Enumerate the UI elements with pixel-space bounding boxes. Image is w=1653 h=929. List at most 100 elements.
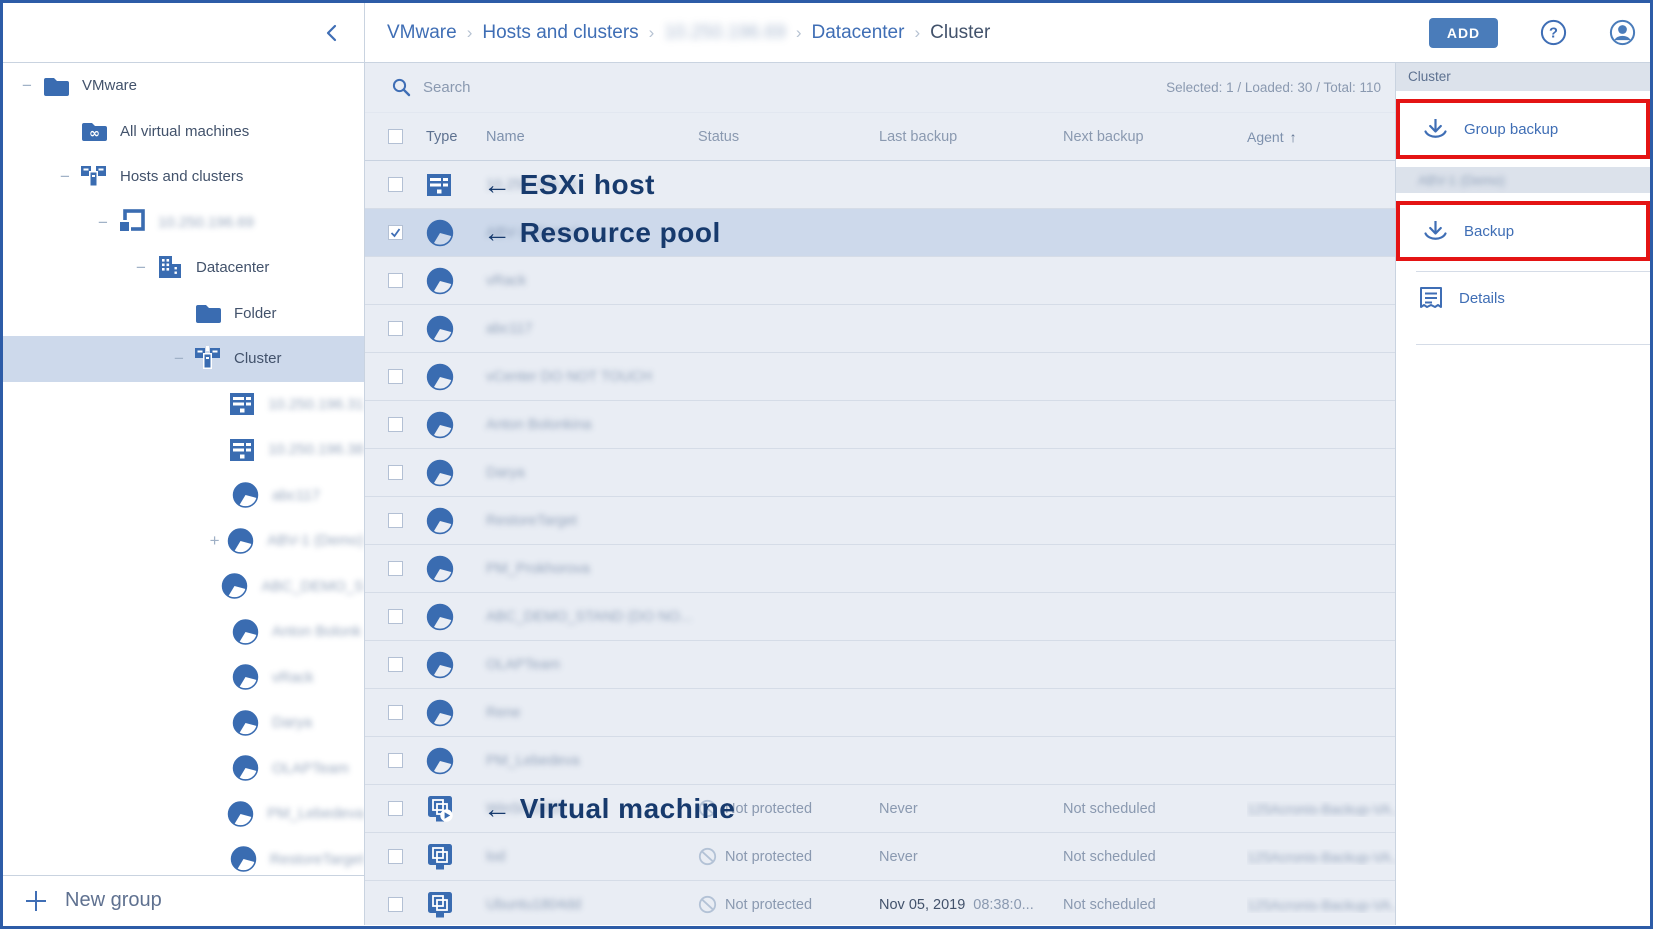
add-button[interactable]: ADD	[1429, 18, 1498, 48]
resource-pool-icon	[426, 459, 454, 487]
breadcrumb-separator: ›	[649, 23, 655, 43]
row-checkbox[interactable]	[388, 609, 403, 624]
tree-item-10-250-196-69[interactable]: − 10.250.196.69	[3, 200, 364, 246]
not-protected-icon	[698, 895, 717, 914]
resource-pool-icon	[426, 747, 454, 775]
table-row[interactable]: ABC_DEMO_STAND (DO NO...	[365, 593, 1395, 641]
column-header-last-backup[interactable]: Last backup	[879, 129, 1063, 145]
row-checkbox[interactable]	[388, 321, 403, 336]
details-icon	[1418, 285, 1444, 311]
table-row[interactable]: WinSrv2016Not protectedNeverNot schedule…	[365, 785, 1395, 833]
column-header-agent[interactable]: Agent↑	[1247, 129, 1395, 145]
row-checkbox[interactable]	[388, 177, 403, 192]
action-details[interactable]: Details	[1396, 272, 1650, 324]
tree-item-datacenter[interactable]: −Datacenter	[3, 245, 364, 291]
table-row[interactable]: abc117	[365, 305, 1395, 353]
breadcrumb: VMware›Hosts and clusters›10.250.196.69›…	[365, 22, 990, 44]
tree-item-darya[interactable]: Darya	[3, 700, 364, 746]
tree-expander-minus-icon[interactable]: −	[17, 77, 37, 94]
breadcrumb-item-hosts-and-clusters[interactable]: Hosts and clusters	[482, 22, 638, 44]
row-checkbox[interactable]	[388, 465, 403, 480]
tree-item-label: ABC_DEMO_S	[261, 578, 364, 595]
row-checkbox[interactable]	[388, 753, 403, 768]
table-row[interactable]: vRack	[365, 257, 1395, 305]
row-checkbox[interactable]	[388, 801, 403, 816]
column-header-type[interactable]: Type	[426, 129, 486, 145]
row-checkbox[interactable]	[388, 225, 403, 240]
breadcrumb-item-cluster: Cluster	[930, 22, 990, 44]
tree-item-label: 10.250.196.69	[158, 214, 254, 231]
row-checkbox[interactable]	[388, 897, 403, 912]
tree-expander-minus-icon[interactable]: −	[93, 214, 113, 231]
select-all-checkbox[interactable]	[388, 129, 403, 144]
row-checkbox[interactable]	[388, 705, 403, 720]
tree-expander-plus-icon[interactable]: +	[207, 532, 222, 549]
tree-item-vrack[interactable]: vRack	[3, 655, 364, 701]
action-backup[interactable]: Backup	[1400, 205, 1646, 257]
table-row[interactable]: vCenter DO NOT TOUCH	[365, 353, 1395, 401]
resource-pool-icon	[232, 709, 259, 736]
tree-expander-minus-icon[interactable]: −	[169, 350, 189, 367]
vm-icon	[426, 891, 454, 919]
table-row[interactable]: 10.250.196.31← ESXi host	[365, 161, 1395, 209]
row-checkbox[interactable]	[388, 273, 403, 288]
table-row[interactable]: ABV-1 (Demo)← Resource pool	[365, 209, 1395, 257]
table-row[interactable]: PM_Prokhorova	[365, 545, 1395, 593]
breadcrumb-item-datacenter[interactable]: Datacenter	[812, 22, 905, 44]
action-group-backup[interactable]: Group backup	[1400, 103, 1646, 155]
table-row[interactable]: PM_Lebedeva	[365, 737, 1395, 785]
table-row[interactable]: OLAPTeam	[365, 641, 1395, 689]
esxi-host-icon	[426, 172, 452, 198]
tree-item-abc-demo-s[interactable]: ABC_DEMO_S	[3, 564, 364, 610]
tree-item-abv-1-demo-[interactable]: +ABV-1 (Demo)	[3, 518, 364, 564]
tree-item-folder[interactable]: Folder	[3, 291, 364, 337]
table-row[interactable]: Rene	[365, 689, 1395, 737]
tree-item-cluster[interactable]: −Cluster	[3, 336, 364, 382]
machine-name: Anton Bolonkina	[486, 417, 592, 433]
table-header: TypeNameStatusLast backupNext backupAgen…	[365, 113, 1395, 161]
tree-item-pm-lebedeva[interactable]: PM_Lebedeva	[3, 791, 364, 837]
vm-icon	[426, 843, 454, 871]
last-backup-date: Nov 05, 2019	[879, 897, 965, 913]
column-header-next-backup[interactable]: Next backup	[1063, 129, 1247, 145]
tree-expander-minus-icon[interactable]: −	[55, 168, 75, 185]
vcenter-icon	[118, 209, 145, 236]
tree-item-10-250-196-31[interactable]: 10.250.196.31	[3, 382, 364, 428]
tree-item-all-virtual-machines[interactable]: ∞All virtual machines	[3, 109, 364, 155]
table-row[interactable]: lodNot protectedNeverNot scheduled125Acr…	[365, 833, 1395, 881]
table-row[interactable]: Anton Bolonkina	[365, 401, 1395, 449]
new-group-button[interactable]: New group	[3, 875, 364, 925]
column-header-name[interactable]: Name	[486, 129, 698, 145]
row-checkbox[interactable]	[388, 417, 403, 432]
machine-name: OLAPTeam	[486, 657, 560, 673]
row-checkbox[interactable]	[388, 369, 403, 384]
breadcrumb-separator: ›	[796, 23, 802, 43]
tree-item-vmware[interactable]: − VMware	[3, 63, 364, 109]
chevron-left-icon[interactable]	[325, 24, 338, 42]
row-checkbox[interactable]	[388, 561, 403, 576]
tree-item-label: VMware	[82, 77, 137, 94]
breadcrumb-item-10-250-196-69[interactable]: 10.250.196.69	[664, 22, 786, 44]
tree-item-label: Darya	[272, 714, 312, 731]
resource-pool-icon	[426, 219, 454, 247]
row-checkbox[interactable]	[388, 849, 403, 864]
help-icon[interactable]: ?	[1540, 19, 1567, 46]
tree-item-10-250-196-38[interactable]: 10.250.196.38	[3, 427, 364, 473]
account-icon[interactable]	[1609, 19, 1636, 46]
tree-item-abc117[interactable]: abc117	[3, 473, 364, 519]
row-checkbox[interactable]	[388, 657, 403, 672]
machine-name: Ubuntu1804dd	[486, 897, 581, 913]
table-row[interactable]: Darya	[365, 449, 1395, 497]
table-row[interactable]: Ubuntu1804ddNot protectedNov 05, 201908:…	[365, 881, 1395, 925]
tree-expander-minus-icon[interactable]: −	[131, 259, 151, 276]
tree-item-anton-bolonk[interactable]: Anton Bolonk	[3, 609, 364, 655]
breadcrumb-item-vmware[interactable]: VMware	[387, 22, 457, 44]
tree-item-hosts-and-clusters[interactable]: −Hosts and clusters	[3, 154, 364, 200]
search-input[interactable]	[423, 79, 723, 96]
status-text: Not protected	[725, 849, 812, 865]
row-checkbox[interactable]	[388, 513, 403, 528]
resource-pool-icon	[232, 664, 259, 691]
table-row[interactable]: RestoreTarget	[365, 497, 1395, 545]
column-header-status[interactable]: Status	[698, 129, 879, 145]
tree-item-olapteam[interactable]: OLAPTeam	[3, 746, 364, 792]
